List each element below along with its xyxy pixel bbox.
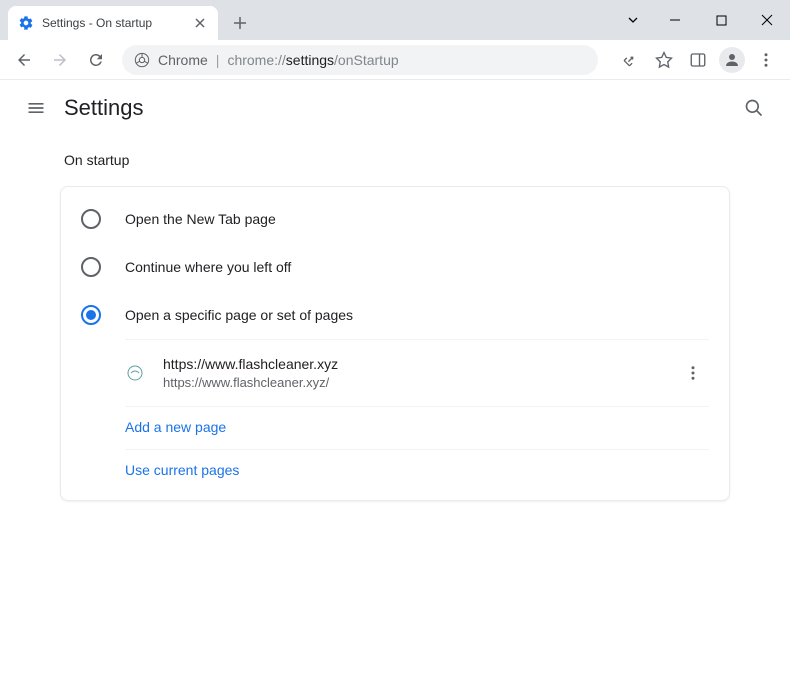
close-window-button[interactable] xyxy=(744,4,790,36)
settings-content: On startup Open the New Tab page Continu… xyxy=(0,136,790,501)
radio-continue[interactable]: Continue where you left off xyxy=(61,243,729,291)
radio-label: Continue where you left off xyxy=(125,259,291,275)
profile-avatar[interactable] xyxy=(716,44,748,76)
hamburger-menu-icon[interactable] xyxy=(16,88,56,128)
browser-toolbar: Chrome | chrome://settings/onStartup xyxy=(0,40,790,80)
url-scheme: Chrome xyxy=(158,52,208,68)
bookmark-star-icon[interactable] xyxy=(648,44,680,76)
browser-tab[interactable]: Settings - On startup xyxy=(8,6,218,40)
tab-title: Settings - On startup xyxy=(42,16,192,30)
close-icon[interactable] xyxy=(192,15,208,31)
address-bar[interactable]: Chrome | chrome://settings/onStartup xyxy=(122,45,598,75)
use-current-link[interactable]: Use current pages xyxy=(125,462,239,478)
url-text: chrome://settings/onStartup xyxy=(227,52,398,68)
startup-pages-list: https://www.flashcleaner.xyz https://www… xyxy=(125,339,709,492)
page-more-icon[interactable] xyxy=(677,357,709,389)
kebab-menu-icon[interactable] xyxy=(750,44,782,76)
share-icon[interactable] xyxy=(614,44,646,76)
url-separator: | xyxy=(216,52,220,68)
chrome-logo-icon xyxy=(134,52,150,68)
window-controls xyxy=(614,0,790,40)
startup-card: Open the New Tab page Continue where you… xyxy=(60,186,730,501)
radio-icon-selected xyxy=(81,305,101,325)
gear-icon xyxy=(18,15,34,31)
reload-button[interactable] xyxy=(80,44,112,76)
settings-header: Settings xyxy=(0,80,790,136)
radio-icon xyxy=(81,257,101,277)
section-title: On startup xyxy=(64,152,730,168)
side-panel-icon[interactable] xyxy=(682,44,714,76)
radio-icon xyxy=(81,209,101,229)
window-titlebar: Settings - On startup xyxy=(0,0,790,40)
add-page-row[interactable]: Add a new page xyxy=(125,406,709,449)
forward-button[interactable] xyxy=(44,44,76,76)
maximize-button[interactable] xyxy=(698,4,744,36)
radio-specific-pages[interactable]: Open a specific page or set of pages xyxy=(61,291,729,339)
radio-label: Open the New Tab page xyxy=(125,211,276,227)
chevron-down-icon[interactable] xyxy=(614,4,652,36)
startup-page-item: https://www.flashcleaner.xyz https://www… xyxy=(125,340,709,406)
radio-open-new-tab[interactable]: Open the New Tab page xyxy=(61,195,729,243)
site-favicon-icon xyxy=(125,363,145,383)
add-page-link[interactable]: Add a new page xyxy=(125,419,226,435)
startup-page-title: https://www.flashcleaner.xyz xyxy=(163,354,677,374)
new-tab-button[interactable] xyxy=(226,9,254,37)
search-icon[interactable] xyxy=(734,88,774,128)
radio-label: Open a specific page or set of pages xyxy=(125,307,353,323)
startup-page-url: https://www.flashcleaner.xyz/ xyxy=(163,374,677,392)
back-button[interactable] xyxy=(8,44,40,76)
use-current-row[interactable]: Use current pages xyxy=(125,449,709,492)
page-title: Settings xyxy=(64,95,144,121)
minimize-button[interactable] xyxy=(652,4,698,36)
